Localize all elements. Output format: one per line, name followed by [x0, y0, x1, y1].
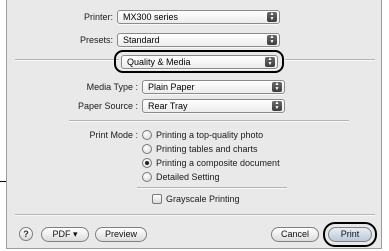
cancel-button[interactable]: Cancel	[271, 227, 319, 242]
printer-popup[interactable]: MX300 series ▲ ▼	[117, 10, 280, 24]
grayscale-checkbox[interactable]	[152, 194, 162, 204]
radio-label: Printing a composite document	[156, 158, 280, 168]
radio-button[interactable]	[142, 144, 152, 154]
up-down-arrows-icon: ▲ ▼	[272, 101, 282, 111]
presets-label: Presets:	[79, 35, 113, 45]
media-type-value: Plain Paper	[148, 82, 195, 92]
radio-label: Detailed Setting	[156, 172, 220, 182]
radio-button-selected[interactable]	[142, 158, 152, 168]
highlight-ring	[114, 50, 284, 73]
radio-button[interactable]	[142, 130, 152, 140]
printer-label: Printer:	[83, 12, 113, 22]
radio-button[interactable]	[142, 172, 152, 182]
radio-label: Printing a top-quality photo	[156, 130, 264, 140]
up-down-arrows-icon: ▲ ▼	[267, 12, 277, 22]
up-down-arrows-icon: ▲ ▼	[272, 82, 282, 92]
divider	[285, 59, 375, 61]
media-type-label: Media Type :	[86, 82, 138, 92]
paper-source-value: Rear Tray	[148, 101, 188, 111]
preview-button[interactable]: Preview	[95, 227, 147, 242]
pdf-button[interactable]: PDF ▾	[41, 227, 89, 242]
presets-popup[interactable]: Standard ▲ ▼	[117, 33, 280, 47]
printer-value: MX300 series	[123, 12, 179, 22]
question-mark-icon[interactable]: ?	[19, 227, 33, 241]
divider	[69, 120, 349, 122]
highlight-ring	[323, 222, 377, 247]
presets-value: Standard	[123, 35, 160, 45]
paper-source-popup[interactable]: Rear Tray ▲ ▼	[142, 99, 285, 113]
print-dialog: Printer: MX300 series ▲ ▼ Presets: Standa…	[6, 0, 382, 249]
divider	[15, 59, 119, 61]
grayscale-label: Grayscale Printing	[166, 194, 240, 204]
paper-source-label: Paper Source :	[77, 101, 138, 111]
print-mode-label: Print Mode :	[89, 130, 138, 140]
divider	[137, 187, 287, 189]
media-type-popup[interactable]: Plain Paper ▲ ▼	[142, 80, 285, 94]
divider	[15, 214, 375, 216]
radio-label: Printing tables and charts	[156, 144, 258, 154]
up-down-arrows-icon: ▲ ▼	[267, 35, 277, 45]
